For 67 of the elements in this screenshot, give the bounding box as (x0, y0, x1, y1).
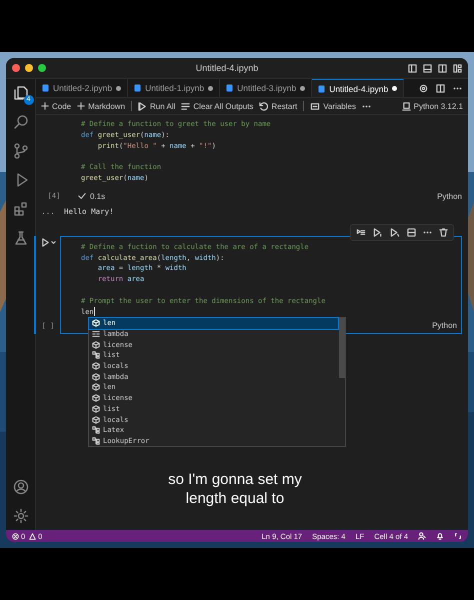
layout-icon[interactable] (453, 64, 462, 72)
sidebar-toggle-icon[interactable] (408, 64, 417, 72)
account-icon[interactable] (12, 479, 28, 495)
toolbar-button[interactable]: Restart (259, 102, 298, 110)
class-icon (92, 351, 100, 360)
notebook-file-icon (318, 84, 326, 92)
video-caption: so I'm gonna set my length equal to (167, 470, 303, 508)
cube-icon (92, 362, 100, 370)
split-cell-icon[interactable] (407, 228, 416, 237)
run-below-icon[interactable] (390, 228, 400, 237)
flask-icon[interactable] (12, 230, 28, 246)
split-layout-icon[interactable] (438, 64, 447, 72)
close-button[interactable] (12, 64, 20, 72)
clear-outputs-icon (181, 102, 190, 110)
explorer-icon[interactable] (12, 85, 28, 101)
kernel-picker[interactable]: Python 3.12.1 (402, 102, 463, 110)
warning-icon (29, 532, 36, 540)
execute-above-icon[interactable] (356, 228, 366, 237)
class-icon (92, 436, 100, 445)
feedback-icon[interactable] (418, 532, 426, 540)
toolbar-button[interactable]: Markdown (77, 102, 126, 110)
chevron-icon[interactable] (50, 240, 56, 245)
toolbar-button[interactable]: Code (41, 102, 72, 110)
kernel-icon (402, 102, 411, 110)
cube-icon (92, 383, 100, 392)
notebook-file-icon (42, 84, 49, 92)
toolbar-button[interactable]: Variables (310, 102, 356, 110)
restart-icon (259, 102, 268, 110)
run-below-icon[interactable] (373, 228, 383, 237)
minimize-button[interactable] (25, 64, 33, 72)
delete-icon[interactable] (439, 228, 448, 237)
cube-icon (92, 416, 100, 424)
cell-language[interactable]: Python (432, 321, 457, 330)
cell-language[interactable]: Python (437, 192, 462, 201)
execution-time: 0.1s (90, 192, 106, 201)
scrollbar-thumb[interactable] (339, 318, 345, 378)
cube-icon (92, 372, 100, 381)
run-cell-icon[interactable] (40, 238, 50, 247)
zoom-button[interactable] (38, 64, 46, 72)
plus-icon (41, 102, 49, 110)
settings-icon[interactable] (12, 508, 28, 524)
more-icon[interactable] (423, 230, 432, 234)
cube-icon (92, 340, 100, 349)
plus-icon (77, 102, 86, 110)
bell-icon[interactable] (436, 532, 444, 540)
cube-icon (92, 394, 100, 402)
error-icon (12, 532, 19, 540)
more-icon[interactable] (453, 86, 462, 90)
editor-tab[interactable]: Untitled-4.ipynb (312, 79, 404, 97)
notebook-file-icon (226, 84, 234, 92)
panel-toggle-icon[interactable] (423, 64, 432, 72)
search-icon[interactable] (12, 114, 28, 130)
extensions-icon[interactable] (12, 201, 28, 217)
split-editor-icon[interactable] (436, 84, 445, 92)
keyword-icon (92, 330, 100, 338)
cube-icon (92, 404, 100, 413)
notebook-file-icon (134, 84, 142, 92)
run-all-icon (138, 102, 148, 110)
class-icon (92, 426, 100, 434)
window-title: Untitled-4.ipynb (194, 63, 260, 73)
source-control-icon[interactable] (12, 143, 28, 159)
toolbar-button[interactable]: Clear All Outputs (181, 102, 254, 110)
variables-icon (310, 102, 320, 110)
toolbar-button[interactable]: Run All (138, 102, 176, 110)
more-icon (362, 104, 371, 108)
cube-icon (92, 319, 100, 328)
more-button[interactable] (362, 104, 371, 108)
